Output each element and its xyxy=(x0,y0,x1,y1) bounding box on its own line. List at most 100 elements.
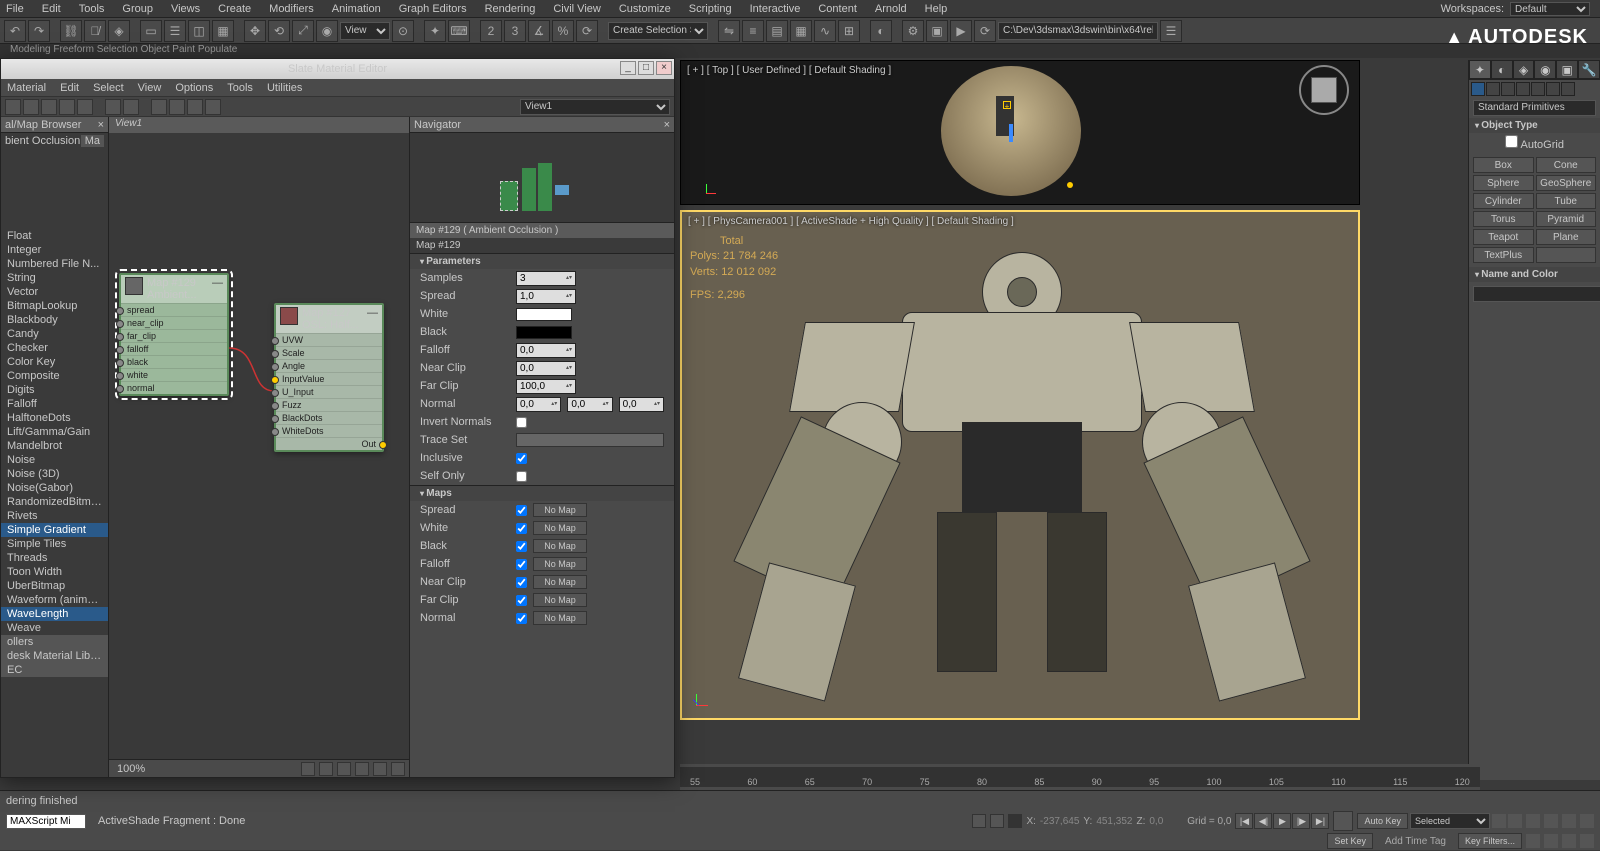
vp-nav7-icon[interactable] xyxy=(1562,834,1576,848)
manip-icon[interactable]: ✦ xyxy=(424,20,446,42)
place-icon[interactable]: ◉ xyxy=(316,20,338,42)
undo-icon[interactable]: ↶ xyxy=(4,20,26,42)
motion-tab-icon[interactable]: ◉ xyxy=(1534,60,1556,79)
pan-selected-icon[interactable] xyxy=(391,762,405,776)
selection-set-select[interactable]: Create Selection Se xyxy=(608,22,708,40)
spacewarps-icon[interactable] xyxy=(1546,82,1560,96)
param-spinner[interactable]: 1,0 xyxy=(516,289,576,304)
node-input-slot[interactable]: normal xyxy=(121,381,227,394)
param-checkbox[interactable] xyxy=(516,471,527,482)
browser-list[interactable]: FloatIntegerNumbered File N...StringVect… xyxy=(1,149,108,777)
primitive-button[interactable]: GeoSphere xyxy=(1536,175,1597,191)
viewcube-top[interactable] xyxy=(1299,65,1349,115)
primitive-button[interactable]: Box xyxy=(1473,157,1534,173)
menu-scripting[interactable]: Scripting xyxy=(689,3,732,15)
param-spinner[interactable]: 0,0 xyxy=(516,361,576,376)
node-out-slot[interactable]: Out xyxy=(276,437,382,450)
project-path-field[interactable] xyxy=(998,22,1158,40)
set-key-icon[interactable] xyxy=(1492,814,1506,828)
object-name-field[interactable] xyxy=(1473,286,1600,302)
rotate-icon[interactable]: ⟲ xyxy=(268,20,290,42)
browser-item[interactable]: Color Key xyxy=(1,355,108,369)
vp-nav2-icon[interactable] xyxy=(1544,814,1558,828)
param-text[interactable] xyxy=(516,433,664,447)
curve-editor-icon[interactable]: ∿ xyxy=(814,20,836,42)
menu-animation[interactable]: Animation xyxy=(332,3,381,15)
param-color-swatch[interactable] xyxy=(516,308,572,321)
map-slot-button[interactable]: No Map xyxy=(533,503,587,517)
node-canvas[interactable]: Map #129Ambient...— spreadnear_clipfar_c… xyxy=(109,133,409,759)
pivot-icon[interactable]: ⊙ xyxy=(392,20,414,42)
slate-menu-edit[interactable]: Edit xyxy=(60,82,79,94)
primitive-category-select[interactable]: Standard Primitives xyxy=(1473,100,1596,116)
create-tab-icon[interactable]: ✦ xyxy=(1469,60,1491,79)
browser-item[interactable]: Noise(Gabor) xyxy=(1,481,108,495)
goto-start-icon[interactable]: |◀ xyxy=(1235,813,1253,829)
vp-nav6-icon[interactable] xyxy=(1544,834,1558,848)
render-icon[interactable]: ▶ xyxy=(950,20,972,42)
menu-arnold[interactable]: Arnold xyxy=(875,3,907,15)
spinner-snap-icon[interactable]: ⟳ xyxy=(576,20,598,42)
viewport-main-label[interactable]: [ + ] [ PhysCamera001 ] [ ActiveShade + … xyxy=(688,216,1014,227)
material-editor-icon[interactable]: ◐ xyxy=(870,20,892,42)
render-last-icon[interactable]: ⟳ xyxy=(974,20,996,42)
node-input-slot[interactable]: Fuzz xyxy=(276,398,382,411)
browser-item[interactable]: HalftoneDots xyxy=(1,411,108,425)
primitive-button[interactable]: Tube xyxy=(1536,193,1597,209)
menu-grapheditors[interactable]: Graph Editors xyxy=(399,3,467,15)
selection-lock-icon[interactable] xyxy=(1008,814,1022,828)
show-bg-icon[interactable] xyxy=(123,99,139,115)
workspaces-select[interactable]: Default xyxy=(1510,2,1590,16)
browser-folder[interactable]: ollers xyxy=(1,635,108,649)
snap2d-icon[interactable]: 2 xyxy=(480,20,502,42)
browser-item[interactable]: Vector xyxy=(1,285,108,299)
primitive-button[interactable]: Pyramid xyxy=(1536,211,1597,227)
cameras-icon[interactable] xyxy=(1516,82,1530,96)
browser-item[interactable]: Noise xyxy=(1,453,108,467)
slate-menu-select[interactable]: Select xyxy=(93,82,124,94)
browser-item[interactable]: Rivets xyxy=(1,509,108,523)
primitive-button[interactable]: Sphere xyxy=(1473,175,1534,191)
ribbon-tabs[interactable]: Modeling Freeform Selection Object Paint… xyxy=(0,44,1600,58)
key-filter-select[interactable]: Selected xyxy=(1410,813,1490,829)
minimize-icon[interactable]: _ xyxy=(620,61,636,75)
browser-item[interactable]: Simple Gradient xyxy=(1,523,108,537)
slate-menu-tools[interactable]: Tools xyxy=(227,82,253,94)
render-frame-icon[interactable]: ▣ xyxy=(926,20,948,42)
layout-all-icon[interactable] xyxy=(151,99,167,115)
timetag-button[interactable]: Add Time Tag xyxy=(1385,836,1446,847)
browser-item[interactable]: Weave xyxy=(1,621,108,635)
menu-tools[interactable]: Tools xyxy=(79,3,105,15)
menu-create[interactable]: Create xyxy=(218,3,251,15)
browser-item[interactable]: WaveLength xyxy=(1,607,108,621)
link-icon[interactable]: ⛓ xyxy=(60,20,82,42)
node-input-slot[interactable]: near_clip xyxy=(121,316,227,329)
zoom-region-icon[interactable] xyxy=(337,762,351,776)
rollout-object-type[interactable]: Object Type xyxy=(1469,118,1600,133)
play-icon[interactable]: ▶ xyxy=(1273,813,1291,829)
delete-icon[interactable] xyxy=(41,99,57,115)
browser-item[interactable]: Composite xyxy=(1,369,108,383)
map-slot-button[interactable]: No Map xyxy=(533,593,587,607)
layout-children-icon[interactable] xyxy=(169,99,185,115)
slate-menu-view[interactable]: View xyxy=(138,82,162,94)
browser-item[interactable]: Numbered File N... xyxy=(1,257,108,271)
node-input-slot[interactable]: far_clip xyxy=(121,329,227,342)
param-spinner[interactable]: 100,0 xyxy=(516,379,576,394)
goto-end-icon[interactable]: ▶| xyxy=(1311,813,1329,829)
node-input-slot[interactable]: U_Input xyxy=(276,385,382,398)
zoom-extents-icon[interactable] xyxy=(355,762,369,776)
menu-content[interactable]: Content xyxy=(818,3,857,15)
browser-item[interactable]: Noise (3D) xyxy=(1,467,108,481)
browser-item[interactable]: RandomizedBitmaps xyxy=(1,495,108,509)
autogrid-checkbox[interactable] xyxy=(1505,135,1518,148)
refcoord-select[interactable]: View xyxy=(340,22,390,40)
prev-frame-icon[interactable]: ◀| xyxy=(1254,813,1272,829)
menu-modifiers[interactable]: Modifiers xyxy=(269,3,314,15)
display-tab-icon[interactable]: ▣ xyxy=(1556,60,1578,79)
map-enable-checkbox[interactable] xyxy=(516,523,527,534)
browser-item[interactable]: UberBitmap xyxy=(1,579,108,593)
shapes-icon[interactable] xyxy=(1486,82,1500,96)
primitive-button[interactable]: Teapot xyxy=(1473,229,1534,245)
lights-icon[interactable] xyxy=(1501,82,1515,96)
